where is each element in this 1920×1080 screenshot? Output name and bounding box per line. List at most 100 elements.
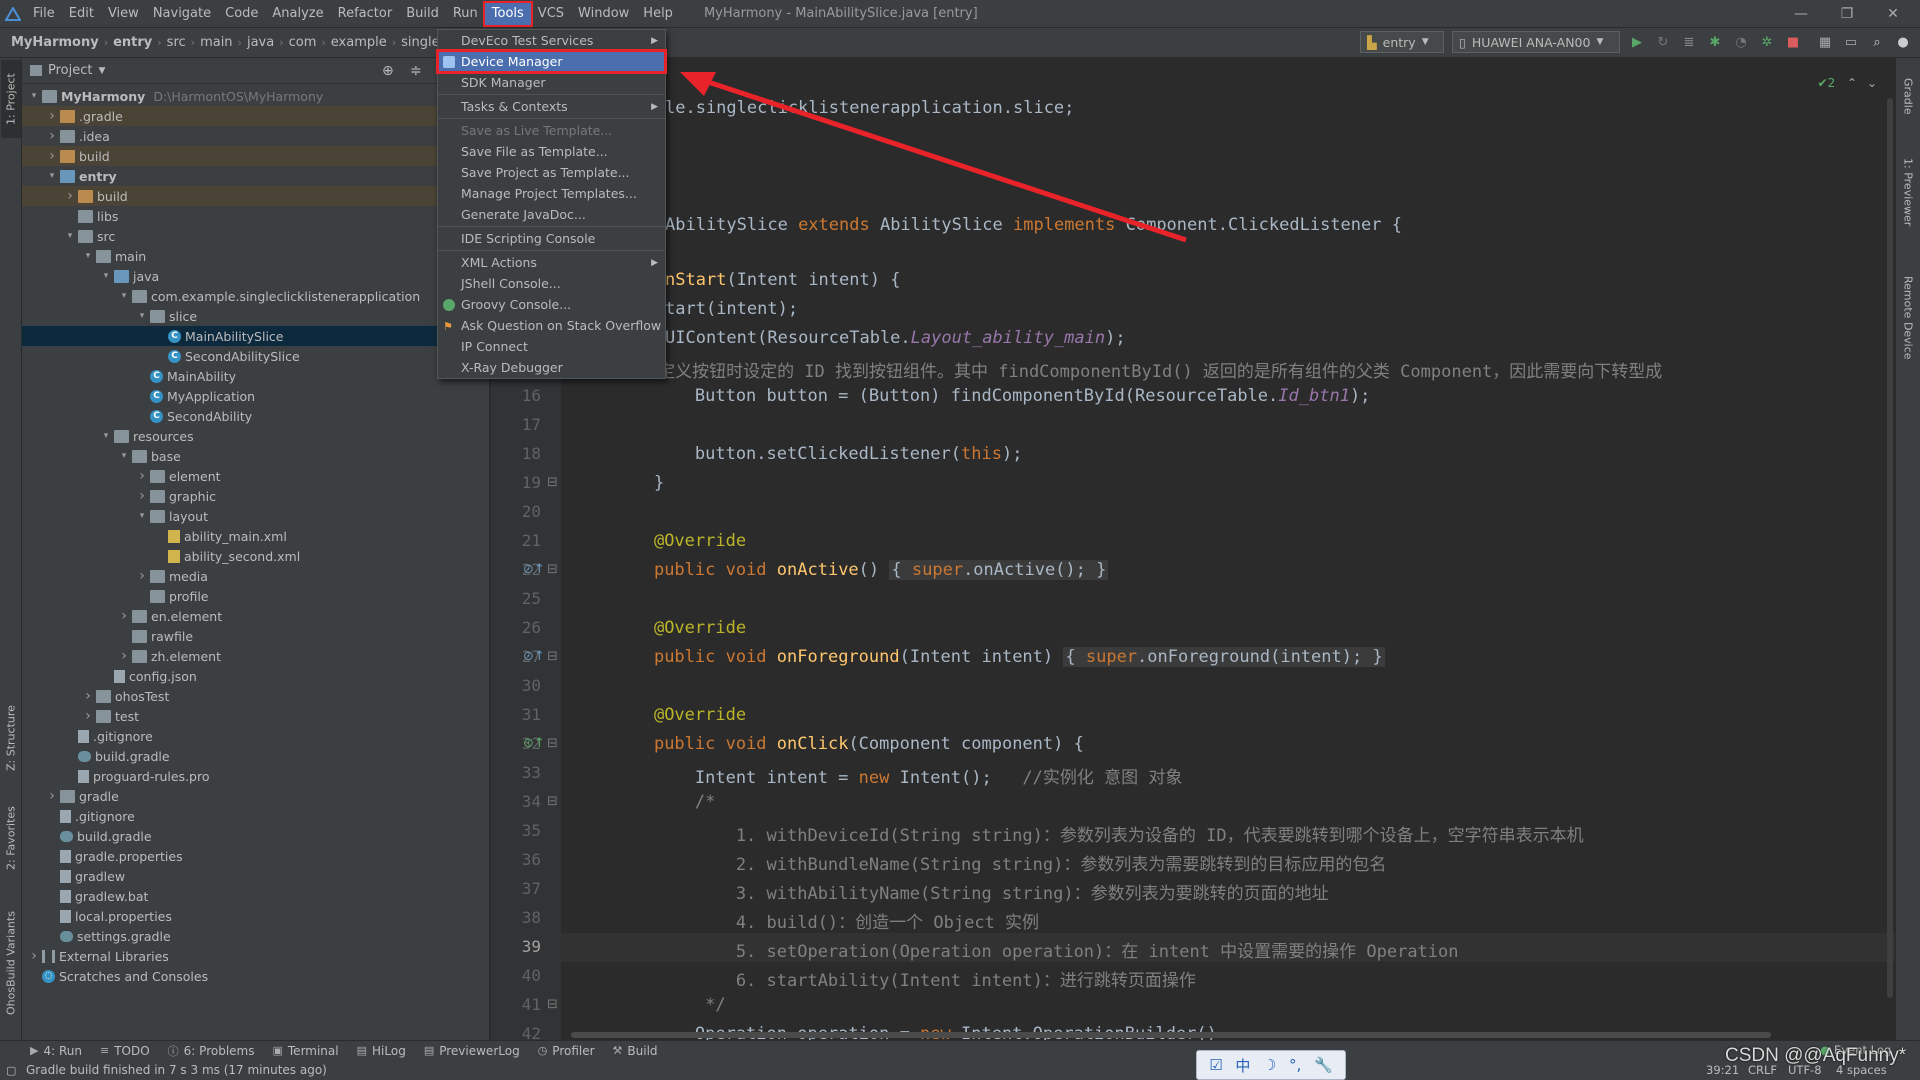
- menu-item-x-ray-debugger[interactable]: X-Ray Debugger: [438, 357, 665, 378]
- tree-node[interactable]: ▾ layout: [22, 506, 490, 526]
- restore-icon[interactable]: ❐: [1824, 0, 1870, 28]
- tree-node[interactable]: ▾ java: [22, 266, 490, 286]
- tree-node[interactable]: .gitignore: [22, 806, 490, 826]
- run-config-select[interactable]: ▙ entry ▼: [1360, 31, 1444, 53]
- tree-node[interactable]: .gitignore: [22, 726, 490, 746]
- code-line[interactable]: @Override: [613, 531, 746, 551]
- search-icon[interactable]: ⌕: [1868, 33, 1886, 51]
- tree-node[interactable]: › build: [22, 186, 490, 206]
- tree-node[interactable]: › ohosTest: [22, 686, 490, 706]
- tree-node[interactable]: › media: [22, 566, 490, 586]
- tree-node[interactable]: ▾ MyHarmony D:\HarmontOS\MyHarmony: [22, 86, 490, 106]
- tree-node[interactable]: › .gradle: [22, 106, 490, 126]
- menu-tools[interactable]: Tools: [482, 0, 533, 27]
- inspection-widget[interactable]: ✔2 ⌃ ⌄: [1818, 76, 1877, 90]
- ime-toggle-icon[interactable]: ☑: [1209, 1056, 1222, 1074]
- ime-mode-chinese[interactable]: 中: [1235, 1055, 1250, 1076]
- tree-node[interactable]: libs: [22, 206, 490, 226]
- bottom-tab-terminal[interactable]: ▣ Terminal: [272, 1044, 338, 1058]
- code-line[interactable]: Intent intent = new Intent(); //实例化 意图 对…: [613, 763, 1183, 788]
- menu-item-xml-actions[interactable]: XML Actions ▶: [438, 252, 665, 273]
- chevron-right-icon[interactable]: ›: [116, 648, 132, 664]
- code-line[interactable]: public void onForeground(Intent intent) …: [613, 647, 1385, 667]
- chevron-down-icon[interactable]: ▾: [44, 171, 60, 181]
- tree-node[interactable]: config.json: [22, 666, 490, 686]
- menu-code[interactable]: Code: [218, 3, 265, 25]
- tree-node[interactable]: C MyApplication: [22, 386, 490, 406]
- menu-item-ide-scripting-console[interactable]: IDE Scripting Console: [438, 228, 665, 249]
- run-icon[interactable]: ▶: [1628, 33, 1646, 51]
- tree-node[interactable]: build.gradle: [22, 746, 490, 766]
- project-structure-icon[interactable]: ▦: [1816, 33, 1834, 51]
- tree-node[interactable]: › en.element: [22, 606, 490, 626]
- tree-node[interactable]: ▾ slice: [22, 306, 490, 326]
- chevron-down-icon[interactable]: ⌄: [1867, 76, 1877, 90]
- code-line[interactable]: /*: [613, 792, 715, 812]
- tree-node[interactable]: proguard-rules.pro: [22, 766, 490, 786]
- tree-node[interactable]: local.properties: [22, 906, 490, 926]
- chevron-down-icon[interactable]: ▼: [98, 66, 105, 76]
- menu-build[interactable]: Build: [399, 3, 446, 25]
- tree-node[interactable]: gradle.properties: [22, 846, 490, 866]
- ime-moon-icon[interactable]: ☽: [1263, 1056, 1276, 1074]
- code-line[interactable]: public void onClick(Component component)…: [613, 734, 1084, 754]
- tree-node[interactable]: rawfile: [22, 626, 490, 646]
- tab-build-variants[interactable]: OhosBuild Variants: [1, 898, 21, 1028]
- tree-node[interactable]: ability_second.xml: [22, 546, 490, 566]
- tab-previewer[interactable]: 1: Previewer: [1898, 142, 1918, 242]
- tree-node[interactable]: › test: [22, 706, 490, 726]
- tree-node[interactable]: › build: [22, 146, 490, 166]
- coverage-icon[interactable]: ≣: [1680, 33, 1698, 51]
- menu-item-device-manager[interactable]: Device Manager: [436, 49, 667, 74]
- attach-debugger-icon[interactable]: ✲: [1758, 33, 1776, 51]
- chevron-right-icon[interactable]: ›: [134, 568, 150, 584]
- code-line[interactable]: public void onActive() { super.onActive(…: [613, 560, 1109, 580]
- tree-node[interactable]: ability_main.xml: [22, 526, 490, 546]
- bottom-tab-6-problems[interactable]: ⓘ 6: Problems: [168, 1043, 255, 1059]
- chevron-up-icon[interactable]: ⌃: [1847, 76, 1857, 90]
- tab-gradle[interactable]: Gradle: [1898, 64, 1918, 128]
- chevron-down-icon[interactable]: ▾: [80, 251, 96, 261]
- ime-punct-icon[interactable]: °,: [1289, 1056, 1301, 1074]
- chevron-right-icon[interactable]: ›: [44, 788, 60, 804]
- chevron-down-icon[interactable]: ▾: [62, 231, 78, 241]
- code-line[interactable]: }: [613, 473, 664, 493]
- bottom-tab-hilog[interactable]: ▤ HiLog: [357, 1044, 406, 1058]
- tree-node[interactable]: ▾ main: [22, 246, 490, 266]
- vertical-scrollbar[interactable]: [1887, 98, 1893, 998]
- breadcrumb-item[interactable]: entry: [108, 35, 157, 50]
- horizontal-scrollbar[interactable]: [571, 1032, 1771, 1038]
- account-icon[interactable]: ●: [1894, 33, 1912, 51]
- chevron-right-icon[interactable]: ›: [62, 188, 78, 204]
- ime-toolbar[interactable]: ☑ 中 ☽ °, 🔧: [1196, 1050, 1346, 1080]
- tree-node[interactable]: gradlew: [22, 866, 490, 886]
- menu-help[interactable]: Help: [636, 3, 680, 25]
- chevron-right-icon[interactable]: ›: [44, 108, 60, 124]
- chevron-right-icon[interactable]: ›: [116, 608, 132, 624]
- tree-node[interactable]: build.gradle: [22, 826, 490, 846]
- code-line[interactable]: Button button = (Button) findComponentBy…: [613, 386, 1371, 406]
- tree-node[interactable]: ◌ Scratches and Consoles: [22, 966, 490, 986]
- tree-node[interactable]: C SecondAbilitySlice: [22, 346, 490, 366]
- code-line[interactable]: @Override: [613, 618, 746, 638]
- fold-icon[interactable]: ⊟: [547, 997, 558, 1012]
- close-icon[interactable]: ✕: [1870, 0, 1916, 28]
- fold-icon[interactable]: ⊟: [547, 649, 558, 664]
- code-line[interactable]: 2. withBundleName(String string)：参数列表为需要…: [613, 850, 1387, 875]
- tree-node[interactable]: › graphic: [22, 486, 490, 506]
- device-select[interactable]: ▯ HUAWEI ANA-AN00 ▼: [1452, 31, 1620, 53]
- breadcrumb-item[interactable]: java: [242, 35, 279, 50]
- tree-node[interactable]: ▾ com.example.singleclicklistenerapplicat…: [22, 286, 490, 306]
- code-line[interactable]: 3. withAbilityName(String string)：参数列表为要…: [613, 879, 1329, 904]
- code-line[interactable]: //1. 通过定义按钮时设定的 ID 找到按钮组件。其中 findCompone…: [491, 357, 1662, 382]
- chevron-down-icon[interactable]: ▾: [26, 91, 42, 101]
- menu-item-ask-question-on-stack-overflow[interactable]: ⚑ Ask Question on Stack Overflow: [438, 315, 665, 336]
- override-icon[interactable]: ⊙↑: [523, 649, 545, 664]
- profile-icon[interactable]: ◔: [1732, 33, 1750, 51]
- bottom-tab-previewerlog[interactable]: ▤ PreviewerLog: [424, 1044, 520, 1058]
- breadcrumb-item[interactable]: src: [162, 35, 191, 50]
- code-line[interactable]: button.setClickedListener(this);: [613, 444, 1023, 464]
- chevron-right-icon[interactable]: ›: [44, 148, 60, 164]
- menu-analyze[interactable]: Analyze: [265, 3, 330, 25]
- menu-view[interactable]: View: [101, 3, 146, 25]
